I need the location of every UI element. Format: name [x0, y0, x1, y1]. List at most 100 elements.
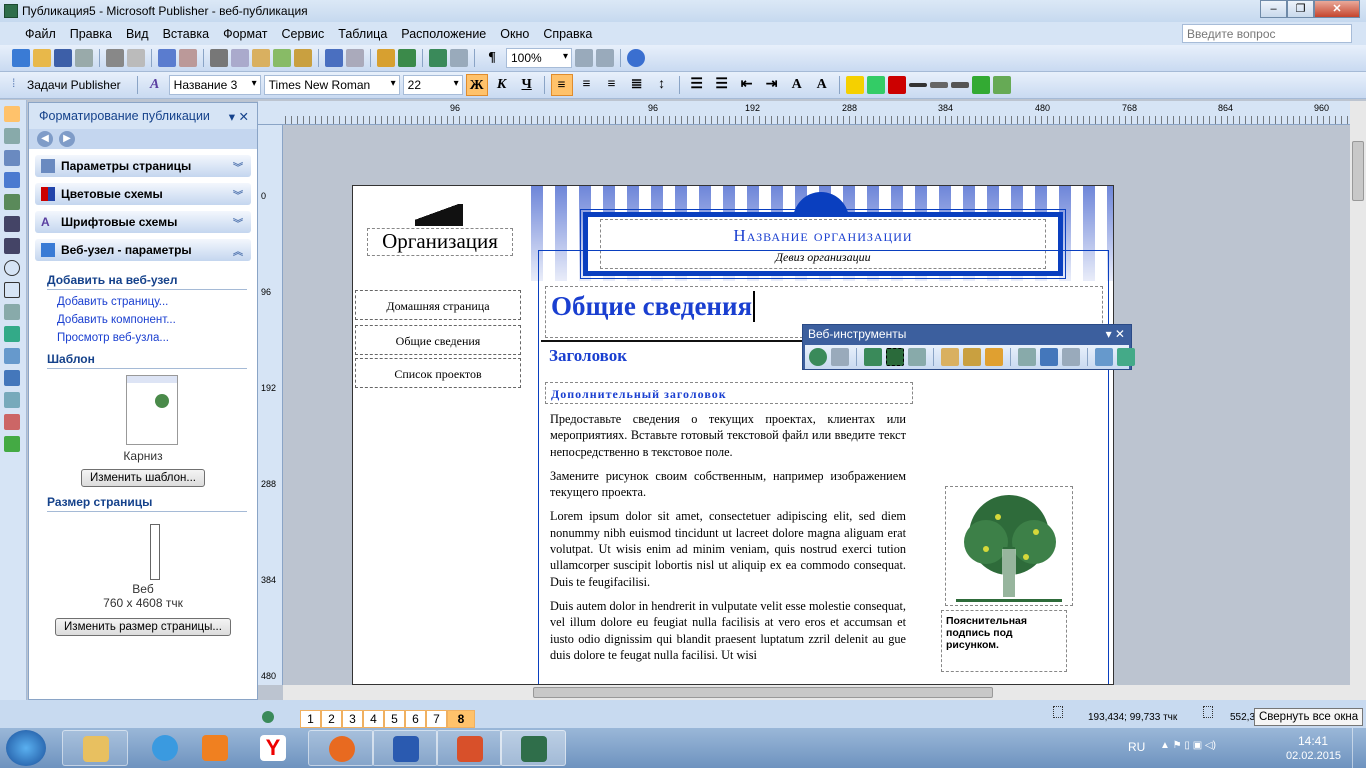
rotate-icon[interactable]: [398, 49, 416, 67]
page-tab-5[interactable]: 5: [384, 710, 405, 728]
line-color-icon[interactable]: [866, 76, 885, 94]
align-right-button[interactable]: ≡: [601, 74, 623, 96]
taskbar-word[interactable]: [372, 730, 438, 766]
taskbar-publisher[interactable]: [500, 730, 566, 766]
preview-site-link[interactable]: Просмотр веб-узла...: [57, 332, 257, 344]
horizontal-ruler[interactable]: 96 96 192 288 384 480 768 864 960: [258, 101, 1350, 125]
menu-tools[interactable]: Сервис: [274, 27, 331, 41]
bullets-button[interactable]: ☰: [711, 74, 733, 96]
section-page-options[interactable]: Параметры страницы ︾: [35, 155, 251, 177]
print-icon[interactable]: [106, 49, 124, 67]
cut-icon[interactable]: [210, 49, 228, 67]
catalog-icon[interactable]: [4, 414, 20, 430]
align-center-button[interactable]: ≡: [576, 74, 598, 96]
paste-icon[interactable]: [252, 49, 270, 67]
increase-indent-button[interactable]: ⇥: [761, 74, 783, 96]
add-page-link[interactable]: Добавить страницу...: [57, 296, 257, 308]
styles-icon[interactable]: A: [144, 74, 166, 96]
print-preview-icon[interactable]: [127, 49, 145, 67]
font-color-icon[interactable]: [887, 76, 906, 94]
add-component-link[interactable]: Добавить компонент...: [57, 314, 257, 326]
numbering-button[interactable]: ☰: [686, 74, 708, 96]
3d-style-icon[interactable]: [992, 76, 1011, 94]
page-tab-2[interactable]: 2: [321, 710, 342, 728]
menu-edit[interactable]: Правка: [63, 27, 119, 41]
pane-close-icon[interactable]: ▾ ✕: [229, 109, 249, 124]
minor-heading[interactable]: Дополнительный заголовок: [545, 382, 913, 404]
underline-button[interactable]: Ч: [516, 74, 538, 96]
html-fragment-icon[interactable]: [4, 370, 20, 386]
decrease-indent-button[interactable]: ⇤: [736, 74, 758, 96]
page-tab-4[interactable]: 4: [363, 710, 384, 728]
design-gallery-icon[interactable]: [4, 392, 20, 408]
horizontal-scrollbar[interactable]: [283, 685, 1350, 700]
increase-font-button[interactable]: A: [811, 74, 833, 96]
tree-picture[interactable]: [945, 486, 1073, 606]
change-page-size-button[interactable]: Изменить размер страницы...: [55, 618, 231, 636]
section-color-schemes[interactable]: Цветовые схемы ︾: [35, 183, 251, 205]
fill-color-icon[interactable]: [845, 76, 864, 94]
wordart-icon[interactable]: [4, 172, 20, 188]
subheading[interactable]: Заголовок: [549, 346, 627, 366]
clock-date[interactable]: 02.02.2015: [1286, 750, 1341, 762]
hotspot-icon[interactable]: [4, 326, 20, 342]
vertical-ruler[interactable]: 0 96 192 288 384 480: [258, 125, 283, 685]
insert-hyperlink-icon[interactable]: [864, 348, 882, 366]
justify-button[interactable]: ≣: [626, 74, 648, 96]
taskbar-firefox[interactable]: [308, 730, 374, 766]
close-button[interactable]: ✕: [1314, 0, 1360, 18]
menu-file[interactable]: Файл: [18, 27, 63, 41]
menu-help[interactable]: Справка: [536, 27, 599, 41]
menu-insert[interactable]: Вставка: [156, 27, 216, 41]
picture-caption[interactable]: Пояснительная подпись под рисунком.: [941, 610, 1067, 672]
section-font-schemes[interactable]: A Шрифтовые схемы ︾: [35, 211, 251, 233]
section-web-options[interactable]: Веб-узел - параметры ︽: [35, 239, 251, 261]
menu-format[interactable]: Формат: [216, 27, 274, 41]
zoom-select[interactable]: 100%: [506, 48, 572, 68]
format-painter-icon[interactable]: [294, 49, 312, 67]
show-desktop-button[interactable]: [1352, 728, 1366, 768]
start-button[interactable]: [6, 730, 46, 766]
table-icon[interactable]: [4, 150, 20, 166]
copy-icon[interactable]: [231, 49, 249, 67]
picture-icon[interactable]: [4, 194, 20, 210]
vertical-scrollbar[interactable]: [1350, 101, 1366, 700]
business-info-icon[interactable]: [4, 436, 20, 452]
page-tab-1[interactable]: 1: [300, 710, 321, 728]
rectangle-icon[interactable]: [4, 282, 20, 298]
redo-icon[interactable]: [346, 49, 364, 67]
menu-view[interactable]: Вид: [119, 27, 156, 41]
form-control-icon[interactable]: [908, 348, 926, 366]
taskbar-yandex[interactable]: Y: [240, 730, 306, 766]
edit-icon[interactable]: [1040, 348, 1058, 366]
background-icon[interactable]: [963, 348, 981, 366]
menu-table[interactable]: Таблица: [331, 27, 394, 41]
html-fragment-icon[interactable]: [941, 348, 959, 366]
style-select[interactable]: Название 3: [168, 75, 261, 95]
page-tab-3[interactable]: 3: [342, 710, 363, 728]
web-preview-icon[interactable]: [450, 49, 468, 67]
scroll-thumb[interactable]: [533, 687, 993, 698]
taskbar-media-player[interactable]: [182, 730, 248, 766]
maximize-button[interactable]: ❐: [1287, 0, 1314, 18]
taskbar-powerpoint[interactable]: [436, 730, 502, 766]
arrow-icon[interactable]: [4, 238, 20, 254]
page-heading[interactable]: Общие сведения: [551, 291, 756, 322]
shadow-style-icon[interactable]: [971, 76, 990, 94]
org-logo-text[interactable]: Организация: [367, 228, 513, 256]
publisher-tasks-button[interactable]: Задачи Publisher: [27, 78, 121, 92]
tray-arrow-icon[interactable]: ▲ ⚑ ▯ ▣ ◁): [1160, 740, 1216, 751]
align-left-button[interactable]: ≡: [550, 74, 573, 96]
nav-about[interactable]: Общие сведения: [355, 325, 521, 355]
web-preview-icon[interactable]: [831, 348, 849, 366]
taskbar-explorer[interactable]: [62, 730, 128, 766]
publish-icon[interactable]: [1117, 348, 1135, 366]
open-icon[interactable]: [33, 49, 51, 67]
research-icon[interactable]: [179, 49, 197, 67]
bold-button[interactable]: Ж: [465, 74, 488, 96]
body-text[interactable]: Предоставьте сведения о текущих проектах…: [550, 411, 906, 671]
language-indicator[interactable]: RU: [1128, 740, 1145, 754]
sound-icon[interactable]: [985, 348, 1003, 366]
decrease-font-button[interactable]: A: [786, 74, 808, 96]
form-control-icon[interactable]: [4, 348, 20, 364]
